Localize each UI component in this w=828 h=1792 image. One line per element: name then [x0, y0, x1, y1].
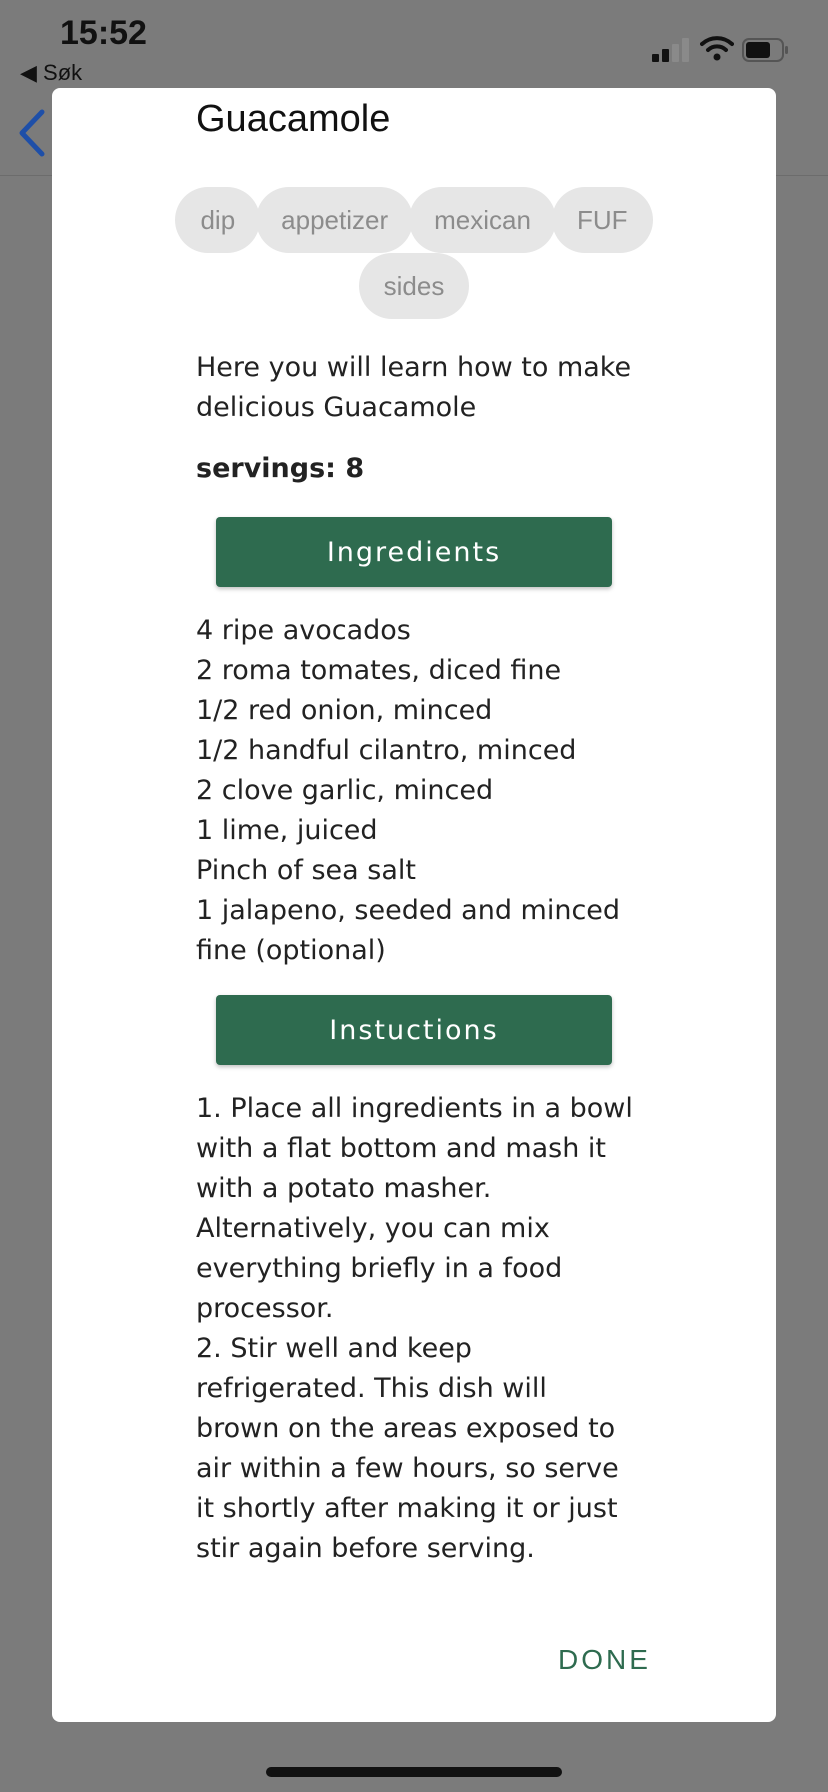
servings-label: servings: 8	[196, 453, 365, 484]
instructions-list: 1. Place all ingredients in a bowl with …	[196, 1089, 636, 1569]
ingredient-item: 1/2 handful cilantro, minced	[196, 735, 577, 766]
ingredients-button[interactable]: Ingredients	[216, 517, 612, 587]
ingredient-item: 1 jalapeno, seeded and minced fine (opti…	[196, 895, 621, 966]
ingredient-item: 1 lime, juiced	[196, 815, 378, 846]
back-to-app-link[interactable]: ◀ Søk	[20, 60, 82, 86]
ingredient-item: 4 ripe avocados	[196, 615, 411, 646]
done-button[interactable]: DONE	[558, 1644, 651, 1676]
status-bar: 15:52 ◀ Søk	[0, 0, 828, 90]
home-indicator[interactable]	[266, 1767, 562, 1777]
tag-chip[interactable]: appetizer	[256, 187, 414, 253]
recipe-description: Here you will learn how to make deliciou…	[196, 352, 632, 423]
cellular-signal-icon	[652, 38, 692, 62]
ingredients-list: 4 ripe avocados 2 roma tomates, diced fi…	[196, 611, 636, 971]
tag-chip[interactable]: mexican	[409, 187, 556, 253]
recipe-modal: Guacamole dip appetizer mexican FUF side…	[52, 88, 776, 1722]
ingredient-item: 2 roma tomates, diced fine	[196, 655, 562, 686]
status-time: 15:52	[60, 14, 147, 52]
battery-icon	[742, 38, 788, 62]
ingredient-item: Pinch of sea salt	[196, 855, 416, 886]
tag-list: dip appetizer mexican FUF sides	[152, 187, 676, 319]
instructions-button[interactable]: Instuctions	[216, 995, 612, 1065]
recipe-title: Guacamole	[196, 98, 391, 140]
ingredient-item: 2 clove garlic, minced	[196, 775, 494, 806]
tag-chip[interactable]: sides	[358, 253, 470, 319]
chevron-left-icon[interactable]	[14, 108, 50, 158]
tag-chip[interactable]: dip	[175, 187, 261, 253]
instruction-step: 2. Stir well and keep refrigerated. This…	[196, 1333, 619, 1564]
tag-chip[interactable]: FUF	[551, 187, 653, 253]
instruction-step: 1. Place all ingredients in a bowl with …	[196, 1093, 633, 1324]
wifi-icon	[700, 36, 734, 61]
ingredient-item: 1/2 red onion, minced	[196, 695, 493, 726]
